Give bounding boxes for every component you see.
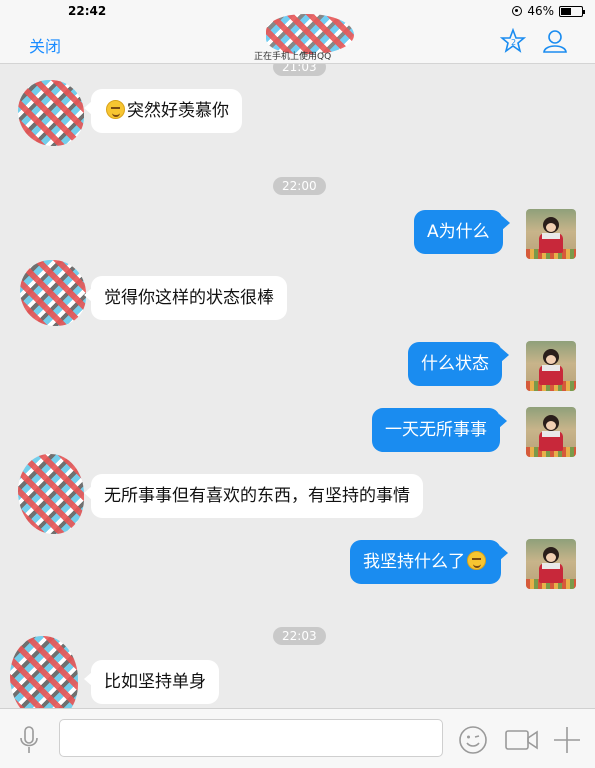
message-input[interactable] xyxy=(59,719,443,757)
contact-avatar[interactable] xyxy=(18,454,84,534)
my-avatar[interactable] xyxy=(526,407,576,457)
contact-avatar[interactable] xyxy=(18,80,84,146)
timestamp: 22:00 xyxy=(273,177,326,195)
contact-avatar[interactable] xyxy=(20,260,86,326)
emoji-icon[interactable] xyxy=(458,725,488,755)
incoming-message[interactable]: 突然好羡慕你 xyxy=(84,89,242,133)
contact-avatar[interactable] xyxy=(10,636,78,708)
tears-of-joy-emoji-icon xyxy=(467,551,486,570)
contact-status: 正在手机上使用QQ xyxy=(254,52,332,62)
outgoing-message[interactable]: 一天无所事事 xyxy=(372,408,507,452)
incoming-message[interactable]: 无所事事但有喜欢的东西，有坚持的事情 xyxy=(84,474,423,518)
svg-text:2: 2 xyxy=(511,38,516,47)
my-avatar[interactable] xyxy=(526,539,576,589)
outgoing-message[interactable]: 什么状态 xyxy=(408,342,509,386)
message-text: 什么状态 xyxy=(421,354,489,374)
message-list[interactable]: 21:03 突然好羡慕你 22:00 A为什么 觉得你这样的状态很棒 什么状态 … xyxy=(0,64,595,708)
my-avatar[interactable] xyxy=(526,341,576,391)
favorite-star-icon[interactable]: 2 xyxy=(500,28,526,54)
message-text: 无所事事但有喜欢的东西，有坚持的事情 xyxy=(104,486,410,506)
message-text: A为什么 xyxy=(427,222,490,242)
outgoing-message[interactable]: 我坚持什么了 xyxy=(350,540,508,584)
chat-header: 关闭 正在手机上使用QQ 2 xyxy=(0,14,595,64)
my-avatar[interactable] xyxy=(526,209,576,259)
status-time: 22:42 xyxy=(68,4,107,18)
timestamp: 22:03 xyxy=(273,627,326,645)
outgoing-message[interactable]: A为什么 xyxy=(414,210,510,254)
status-right: 46% xyxy=(512,4,585,18)
rotation-lock-icon xyxy=(512,6,523,16)
message-text: 比如坚持单身 xyxy=(104,672,206,692)
message-text: 突然好羡慕你 xyxy=(127,101,229,121)
message-text: 觉得你这样的状态很棒 xyxy=(104,288,274,308)
smirk-emoji-icon xyxy=(106,100,125,119)
contact-name-redacted xyxy=(266,14,354,54)
incoming-message[interactable]: 觉得你这样的状态很棒 xyxy=(84,276,287,320)
message-text: 一天无所事事 xyxy=(385,420,487,440)
timestamp: 21:03 xyxy=(273,64,326,76)
video-icon[interactable] xyxy=(505,729,539,751)
input-bar xyxy=(0,708,595,768)
plus-icon[interactable] xyxy=(552,725,582,755)
close-button[interactable]: 关闭 xyxy=(29,33,61,57)
message-text: 我坚持什么了 xyxy=(363,552,465,572)
microphone-icon[interactable] xyxy=(18,725,40,755)
battery-icon xyxy=(559,5,585,17)
battery-percent: 46% xyxy=(527,4,554,18)
contact-profile-icon[interactable] xyxy=(542,28,568,54)
incoming-message[interactable]: 比如坚持单身 xyxy=(84,660,219,704)
